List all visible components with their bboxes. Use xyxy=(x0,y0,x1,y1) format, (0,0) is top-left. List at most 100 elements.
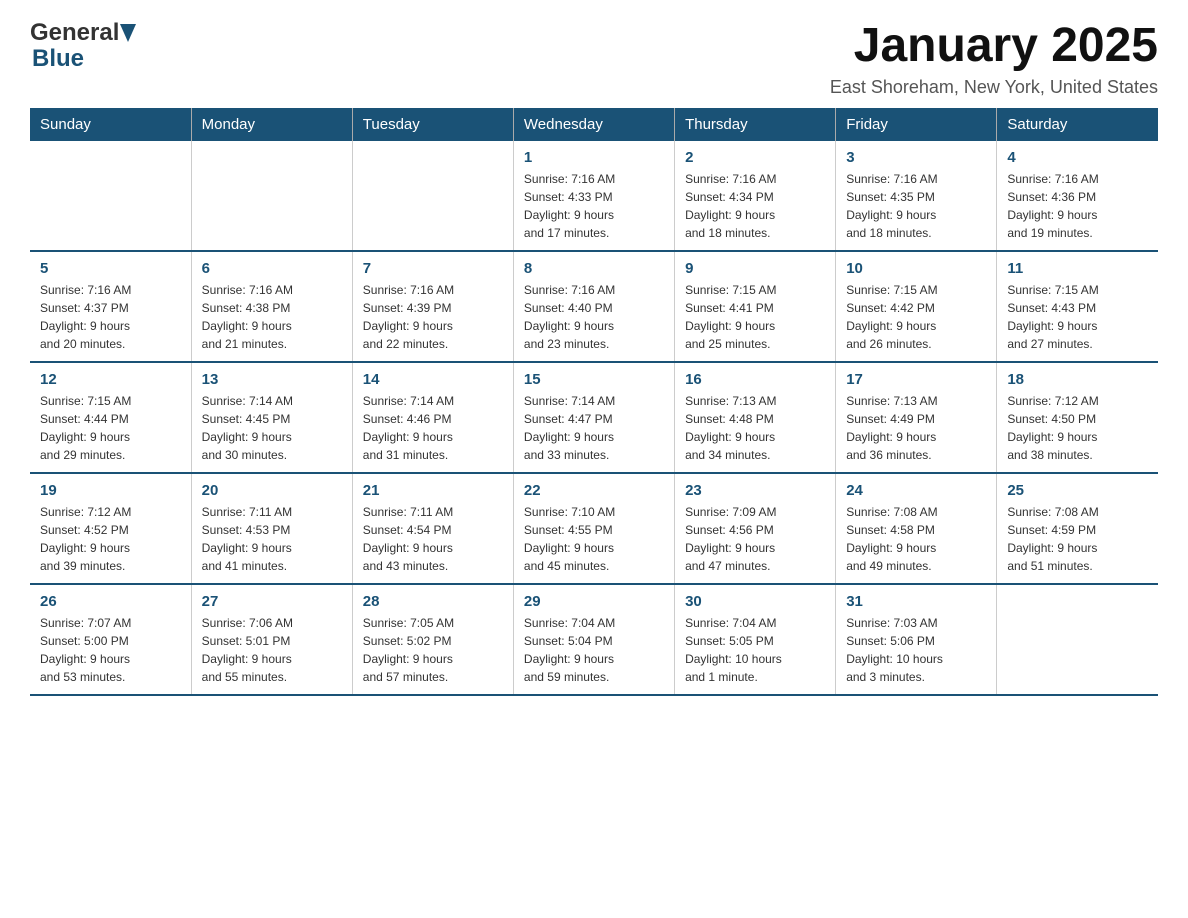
calendar-week-row: 26Sunrise: 7:07 AM Sunset: 5:00 PM Dayli… xyxy=(30,584,1158,695)
day-number: 24 xyxy=(846,482,986,499)
day-number: 14 xyxy=(363,371,503,388)
calendar-cell: 11 Sunrise: 7:15 AM Sunset: 4:43 PM Dayli… xyxy=(997,251,1158,362)
calendar-cell: 23Sunrise: 7:09 AM Sunset: 4:56 PM Dayli… xyxy=(675,473,836,584)
day-number: 8 xyxy=(524,260,664,277)
logo: General Blue xyxy=(30,20,137,73)
day-info: Sunrise: 7:16 AM Sunset: 4:39 PM Dayligh… xyxy=(363,281,503,353)
calendar-cell: 7 Sunrise: 7:16 AM Sunset: 4:39 PM Daylig… xyxy=(352,251,513,362)
day-info: Sunrise: 7:05 AM Sunset: 5:02 PM Dayligh… xyxy=(363,614,503,686)
day-number: 20 xyxy=(202,482,342,499)
col-monday: Monday xyxy=(191,108,352,141)
day-number: 31 xyxy=(846,593,986,610)
day-number: 22 xyxy=(524,482,664,499)
calendar-cell: 14Sunrise: 7:14 AM Sunset: 4:46 PM Dayli… xyxy=(352,362,513,473)
day-number: 6 xyxy=(202,260,342,277)
calendar-header: Sunday Monday Tuesday Wednesday Thursday… xyxy=(30,108,1158,141)
calendar-cell: 15 Sunrise: 7:14 AM Sunset: 4:47 PM Dayli… xyxy=(513,362,674,473)
logo-general-text: General xyxy=(30,20,119,46)
calendar-cell xyxy=(191,141,352,251)
col-saturday: Saturday xyxy=(997,108,1158,141)
day-number: 7 xyxy=(363,260,503,277)
day-info: Sunrise: 7:11 AM Sunset: 4:54 PM Dayligh… xyxy=(363,503,503,575)
calendar-body: 1Sunrise: 7:16 AM Sunset: 4:33 PM Daylig… xyxy=(30,141,1158,695)
page-header: General Blue January 2025 East Shoreham,… xyxy=(30,20,1158,98)
day-number: 3 xyxy=(846,149,986,166)
day-number: 30 xyxy=(685,593,825,610)
day-number: 27 xyxy=(202,593,342,610)
calendar-cell xyxy=(30,141,191,251)
day-number: 16 xyxy=(685,371,825,388)
day-info: Sunrise: 7:16 AM Sunset: 4:33 PM Dayligh… xyxy=(524,170,664,242)
calendar-cell: 6 Sunrise: 7:16 AM Sunset: 4:38 PM Daylig… xyxy=(191,251,352,362)
calendar-cell: 19 Sunrise: 7:12 AM Sunset: 4:52 PM Dayli… xyxy=(30,473,191,584)
calendar-cell xyxy=(352,141,513,251)
calendar-cell: 28 Sunrise: 7:05 AM Sunset: 5:02 PM Dayli… xyxy=(352,584,513,695)
day-info: Sunrise: 7:16 AM Sunset: 4:34 PM Dayligh… xyxy=(685,170,825,242)
day-info: Sunrise: 7:15 AM Sunset: 4:41 PM Dayligh… xyxy=(685,281,825,353)
day-info: Sunrise: 7:10 AM Sunset: 4:55 PM Dayligh… xyxy=(524,503,664,575)
day-number: 18 xyxy=(1007,371,1148,388)
calendar-cell: 2 Sunrise: 7:16 AM Sunset: 4:34 PM Daylig… xyxy=(675,141,836,251)
month-title: January 2025 xyxy=(830,20,1158,73)
day-number: 28 xyxy=(363,593,503,610)
calendar-cell: 29Sunrise: 7:04 AM Sunset: 5:04 PM Dayli… xyxy=(513,584,674,695)
calendar-cell: 1Sunrise: 7:16 AM Sunset: 4:33 PM Daylig… xyxy=(513,141,674,251)
day-number: 9 xyxy=(685,260,825,277)
day-number: 11 xyxy=(1007,260,1148,277)
day-number: 21 xyxy=(363,482,503,499)
calendar-cell: 3 Sunrise: 7:16 AM Sunset: 4:35 PM Daylig… xyxy=(836,141,997,251)
header-row: Sunday Monday Tuesday Wednesday Thursday… xyxy=(30,108,1158,141)
day-info: Sunrise: 7:15 AM Sunset: 4:42 PM Dayligh… xyxy=(846,281,986,353)
logo-arrow-icon xyxy=(120,24,136,42)
calendar-cell: 24Sunrise: 7:08 AM Sunset: 4:58 PM Dayli… xyxy=(836,473,997,584)
day-info: Sunrise: 7:07 AM Sunset: 5:00 PM Dayligh… xyxy=(40,614,181,686)
day-number: 13 xyxy=(202,371,342,388)
calendar-week-row: 5Sunrise: 7:16 AM Sunset: 4:37 PM Daylig… xyxy=(30,251,1158,362)
day-info: Sunrise: 7:16 AM Sunset: 4:37 PM Dayligh… xyxy=(40,281,181,353)
col-wednesday: Wednesday xyxy=(513,108,674,141)
calendar-cell: 31Sunrise: 7:03 AM Sunset: 5:06 PM Dayli… xyxy=(836,584,997,695)
calendar-cell: 20 Sunrise: 7:11 AM Sunset: 4:53 PM Dayli… xyxy=(191,473,352,584)
day-info: Sunrise: 7:13 AM Sunset: 4:49 PM Dayligh… xyxy=(846,392,986,464)
calendar-cell: 13 Sunrise: 7:14 AM Sunset: 4:45 PM Dayli… xyxy=(191,362,352,473)
day-info: Sunrise: 7:12 AM Sunset: 4:50 PM Dayligh… xyxy=(1007,392,1148,464)
calendar-table: Sunday Monday Tuesday Wednesday Thursday… xyxy=(30,108,1158,696)
col-thursday: Thursday xyxy=(675,108,836,141)
calendar-cell: 9 Sunrise: 7:15 AM Sunset: 4:41 PM Daylig… xyxy=(675,251,836,362)
calendar-cell xyxy=(997,584,1158,695)
day-info: Sunrise: 7:16 AM Sunset: 4:35 PM Dayligh… xyxy=(846,170,986,242)
col-sunday: Sunday xyxy=(30,108,191,141)
day-number: 12 xyxy=(40,371,181,388)
day-info: Sunrise: 7:12 AM Sunset: 4:52 PM Dayligh… xyxy=(40,503,181,575)
calendar-cell: 17 Sunrise: 7:13 AM Sunset: 4:49 PM Dayli… xyxy=(836,362,997,473)
day-number: 15 xyxy=(524,371,664,388)
day-info: Sunrise: 7:16 AM Sunset: 4:40 PM Dayligh… xyxy=(524,281,664,353)
day-info: Sunrise: 7:13 AM Sunset: 4:48 PM Dayligh… xyxy=(685,392,825,464)
day-info: Sunrise: 7:16 AM Sunset: 4:38 PM Dayligh… xyxy=(202,281,342,353)
day-number: 19 xyxy=(40,482,181,499)
day-info: Sunrise: 7:11 AM Sunset: 4:53 PM Dayligh… xyxy=(202,503,342,575)
day-number: 2 xyxy=(685,149,825,166)
day-info: Sunrise: 7:08 AM Sunset: 4:59 PM Dayligh… xyxy=(1007,503,1148,575)
calendar-cell: 12 Sunrise: 7:15 AM Sunset: 4:44 PM Dayli… xyxy=(30,362,191,473)
calendar-week-row: 1Sunrise: 7:16 AM Sunset: 4:33 PM Daylig… xyxy=(30,141,1158,251)
day-info: Sunrise: 7:06 AM Sunset: 5:01 PM Dayligh… xyxy=(202,614,342,686)
calendar-cell: 22 Sunrise: 7:10 AM Sunset: 4:55 PM Dayli… xyxy=(513,473,674,584)
day-info: Sunrise: 7:09 AM Sunset: 4:56 PM Dayligh… xyxy=(685,503,825,575)
day-info: Sunrise: 7:14 AM Sunset: 4:45 PM Dayligh… xyxy=(202,392,342,464)
title-block: January 2025 East Shoreham, New York, Un… xyxy=(830,20,1158,98)
calendar-week-row: 12 Sunrise: 7:15 AM Sunset: 4:44 PM Dayli… xyxy=(30,362,1158,473)
day-info: Sunrise: 7:04 AM Sunset: 5:05 PM Dayligh… xyxy=(685,614,825,686)
day-info: Sunrise: 7:04 AM Sunset: 5:04 PM Dayligh… xyxy=(524,614,664,686)
day-number: 17 xyxy=(846,371,986,388)
calendar-cell: 25 Sunrise: 7:08 AM Sunset: 4:59 PM Dayli… xyxy=(997,473,1158,584)
day-number: 25 xyxy=(1007,482,1148,499)
col-friday: Friday xyxy=(836,108,997,141)
day-info: Sunrise: 7:15 AM Sunset: 4:44 PM Dayligh… xyxy=(40,392,181,464)
calendar-cell: 26Sunrise: 7:07 AM Sunset: 5:00 PM Dayli… xyxy=(30,584,191,695)
calendar-cell: 10Sunrise: 7:15 AM Sunset: 4:42 PM Dayli… xyxy=(836,251,997,362)
day-info: Sunrise: 7:14 AM Sunset: 4:47 PM Dayligh… xyxy=(524,392,664,464)
calendar-cell: 16 Sunrise: 7:13 AM Sunset: 4:48 PM Dayli… xyxy=(675,362,836,473)
calendar-cell: 8 Sunrise: 7:16 AM Sunset: 4:40 PM Daylig… xyxy=(513,251,674,362)
day-info: Sunrise: 7:15 AM Sunset: 4:43 PM Dayligh… xyxy=(1007,281,1148,353)
